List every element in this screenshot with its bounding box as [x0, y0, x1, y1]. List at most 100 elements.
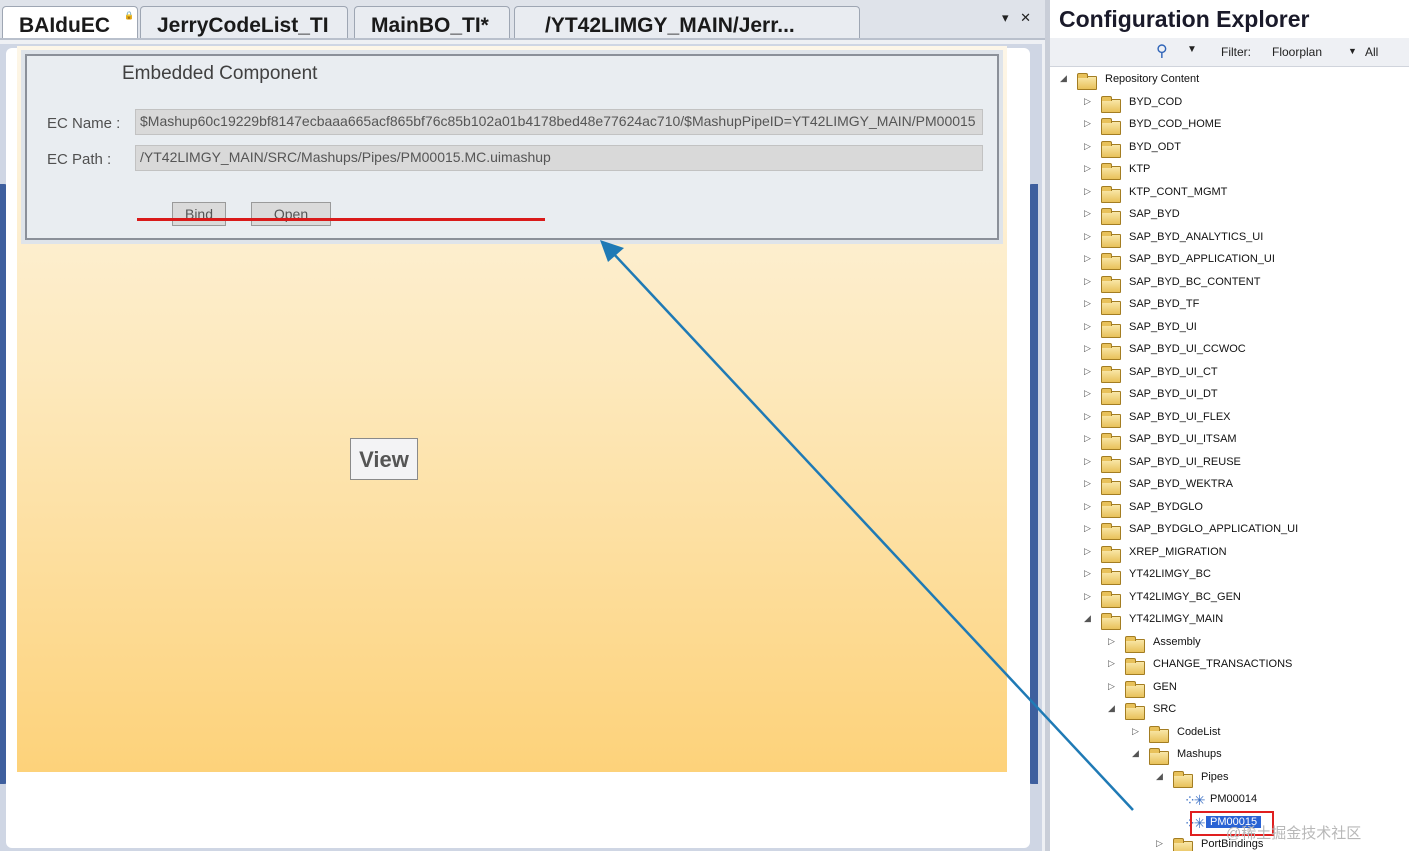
- tree-node[interactable]: ▷ XREP_MIGRATION: [1084, 542, 1409, 564]
- tree-node[interactable]: ▷ SAP_BYD_UI_CCWOC: [1084, 339, 1409, 361]
- collapsed-triangle-icon[interactable]: ▷: [1108, 636, 1118, 647]
- tree-node[interactable]: ◢ Repository Content: [1060, 69, 1409, 91]
- tree-node[interactable]: ◢ Pipes: [1156, 767, 1409, 789]
- explorer-title: Configuration Explorer: [1059, 6, 1310, 32]
- tree-node-label: SAP_BYD_BC_CONTENT: [1129, 275, 1261, 288]
- tree-node[interactable]: ▷ BYD_COD: [1084, 92, 1409, 114]
- collapsed-triangle-icon[interactable]: ▷: [1084, 231, 1094, 242]
- tree-node[interactable]: ◢ YT42LIMGY_MAIN: [1084, 609, 1409, 631]
- collapsed-triangle-icon[interactable]: ▷: [1156, 838, 1166, 849]
- ec-path-field[interactable]: /YT42LIMGY_MAIN/SRC/Mashups/Pipes/PM0001…: [135, 145, 983, 171]
- tab-label: MainBO_TI*: [371, 14, 489, 37]
- collapsed-triangle-icon[interactable]: ▷: [1084, 568, 1094, 579]
- expanded-triangle-icon[interactable]: ◢: [1156, 771, 1166, 782]
- tree-node[interactable]: ▷ SAP_BYD_WEKTRA: [1084, 474, 1409, 496]
- collapsed-triangle-icon[interactable]: ▷: [1108, 681, 1118, 692]
- tree-node[interactable]: ▷ SAP_BYD_UI_FLEX: [1084, 407, 1409, 429]
- ec-name-label: EC Name :: [47, 115, 121, 132]
- tree-node[interactable]: ◢ Mashups: [1132, 744, 1409, 766]
- tab-label: BAIduEC: [19, 14, 110, 37]
- collapsed-triangle-icon[interactable]: ▷: [1084, 343, 1094, 354]
- collapsed-triangle-icon[interactable]: ▷: [1084, 433, 1094, 444]
- filter-label: Filter:: [1221, 45, 1251, 59]
- collapsed-triangle-icon[interactable]: ▷: [1084, 118, 1094, 129]
- tree-node[interactable]: ▷ SAP_BYD_ANALYTICS_UI: [1084, 227, 1409, 249]
- collapsed-triangle-icon[interactable]: ▷: [1108, 658, 1118, 669]
- collapsed-triangle-icon[interactable]: ▷: [1084, 96, 1094, 107]
- collapsed-triangle-icon[interactable]: ▷: [1084, 546, 1094, 557]
- tree-node[interactable]: ◢ SRC: [1108, 699, 1409, 721]
- search-icon[interactable]: ⚲: [1156, 41, 1168, 61]
- tree-node[interactable]: ▷ SAP_BYDGLO_APPLICATION_UI: [1084, 519, 1409, 541]
- collapsed-triangle-icon[interactable]: ▷: [1084, 523, 1094, 534]
- tree-node[interactable]: ▷ SAP_BYDGLO: [1084, 497, 1409, 519]
- tree-node[interactable]: ▷ SAP_BYD_BC_CONTENT: [1084, 272, 1409, 294]
- tree-node[interactable]: ▷ SAP_BYD_UI_ITSAM: [1084, 429, 1409, 451]
- tree-node[interactable]: ▷ SAP_BYD_UI: [1084, 317, 1409, 339]
- collapsed-triangle-icon[interactable]: ▷: [1084, 208, 1094, 219]
- collapsed-triangle-icon[interactable]: ▷: [1084, 276, 1094, 287]
- folder-icon: [1101, 590, 1121, 608]
- folder-icon: [1173, 770, 1193, 788]
- tree-node-label: SAP_BYDGLO_APPLICATION_UI: [1129, 523, 1299, 535]
- tree-node-label: YT42LIMGY_BC_GEN: [1129, 590, 1241, 603]
- open-button[interactable]: Open: [251, 202, 331, 226]
- expanded-triangle-icon[interactable]: ◢: [1108, 703, 1118, 714]
- collapsed-triangle-icon[interactable]: ▷: [1084, 163, 1094, 174]
- filter-all-option[interactable]: All: [1365, 45, 1378, 59]
- view-element[interactable]: View: [350, 438, 418, 480]
- tree-node[interactable]: ▷ SAP_BYD_TF: [1084, 294, 1409, 316]
- embedded-component-panel[interactable]: Embedded Component EC Name : $Mashup60c1…: [25, 54, 999, 240]
- expanded-triangle-icon[interactable]: ◢: [1132, 748, 1142, 759]
- tree-node[interactable]: ▷ SAP_BYD_APPLICATION_UI: [1084, 249, 1409, 271]
- tree-node[interactable]: ▷ BYD_ODT: [1084, 137, 1409, 159]
- tree-node[interactable]: ▷ BYD_COD_HOME: [1084, 114, 1409, 136]
- folder-icon: [1101, 613, 1121, 630]
- collapsed-triangle-icon[interactable]: ▷: [1084, 478, 1094, 489]
- tree-node[interactable]: ▷ SAP_BYD_UI_REUSE: [1084, 452, 1409, 474]
- collapsed-triangle-icon[interactable]: ▷: [1084, 411, 1094, 422]
- collapsed-triangle-icon[interactable]: ▷: [1084, 298, 1094, 309]
- tree-node[interactable]: ▷ KTP: [1084, 159, 1409, 181]
- folder-icon: [1101, 275, 1121, 293]
- tree-node-label: KTP: [1129, 163, 1151, 175]
- tree-node[interactable]: ▷ SAP_BYD_UI_DT: [1084, 384, 1409, 406]
- collapsed-triangle-icon[interactable]: ▷: [1084, 501, 1094, 512]
- collapsed-triangle-icon[interactable]: ▷: [1084, 186, 1094, 197]
- tree-node-label: PM00014: [1210, 793, 1258, 805]
- tree-node[interactable]: ▷ SAP_BYD_UI_CT: [1084, 362, 1409, 384]
- tree-node[interactable]: ▷ KTP_CONT_MGMT: [1084, 182, 1409, 204]
- tree-node[interactable]: ▷ CHANGE_TRANSACTIONS: [1108, 654, 1409, 676]
- annotation-underline: [137, 218, 545, 221]
- collapsed-triangle-icon[interactable]: ▷: [1084, 388, 1094, 399]
- chevron-down-icon[interactable]: ▼: [1348, 46, 1357, 56]
- collapsed-triangle-icon[interactable]: ▷: [1084, 321, 1094, 332]
- tree-node[interactable]: ▷ SAP_BYD: [1084, 204, 1409, 226]
- tree-node-label: SAP_BYDGLO: [1129, 500, 1203, 513]
- filter-select[interactable]: Floorplan: [1272, 43, 1360, 61]
- tab-jerrycodelist-ti[interactable]: JerryCodeList_TI: [140, 6, 348, 38]
- collapsed-triangle-icon[interactable]: ▷: [1084, 366, 1094, 377]
- collapsed-triangle-icon[interactable]: ▷: [1132, 726, 1142, 737]
- expanded-triangle-icon[interactable]: ◢: [1060, 73, 1070, 84]
- tab-mainbo-ti[interactable]: MainBO_TI*: [354, 6, 510, 38]
- tab-baiduec[interactable]: BAIduEC 🔒: [2, 6, 138, 38]
- chevron-down-icon[interactable]: ▼: [1187, 44, 1197, 55]
- collapsed-triangle-icon[interactable]: ▷: [1084, 591, 1094, 602]
- ec-name-field[interactable]: $Mashup60c19229bf8147ecbaaa665acf865bf76…: [135, 109, 983, 135]
- expanded-triangle-icon[interactable]: ◢: [1084, 613, 1094, 624]
- tab-controls[interactable]: ▾ ✕: [1002, 10, 1035, 26]
- bind-button[interactable]: Bind: [172, 202, 226, 226]
- folder-icon: [1101, 365, 1121, 383]
- tree-node[interactable]: ▷ GEN: [1108, 677, 1409, 699]
- collapsed-triangle-icon[interactable]: ▷: [1084, 253, 1094, 264]
- collapsed-triangle-icon[interactable]: ▷: [1084, 456, 1094, 467]
- tree-node[interactable]: ⁘✳ PM00014: [1180, 789, 1409, 811]
- tree-node[interactable]: ▷ YT42LIMGY_BC: [1084, 564, 1409, 586]
- tree-node[interactable]: ▷ Assembly: [1108, 632, 1409, 654]
- tree-node[interactable]: ▷ CodeList: [1132, 722, 1409, 744]
- tab-yt42limgy-main[interactable]: /YT42LIMGY_MAIN/Jerr...: [514, 6, 860, 38]
- tree-node-label: YT42LIMGY_MAIN: [1129, 613, 1224, 625]
- tree-node[interactable]: ▷ YT42LIMGY_BC_GEN: [1084, 587, 1409, 609]
- collapsed-triangle-icon[interactable]: ▷: [1084, 141, 1094, 152]
